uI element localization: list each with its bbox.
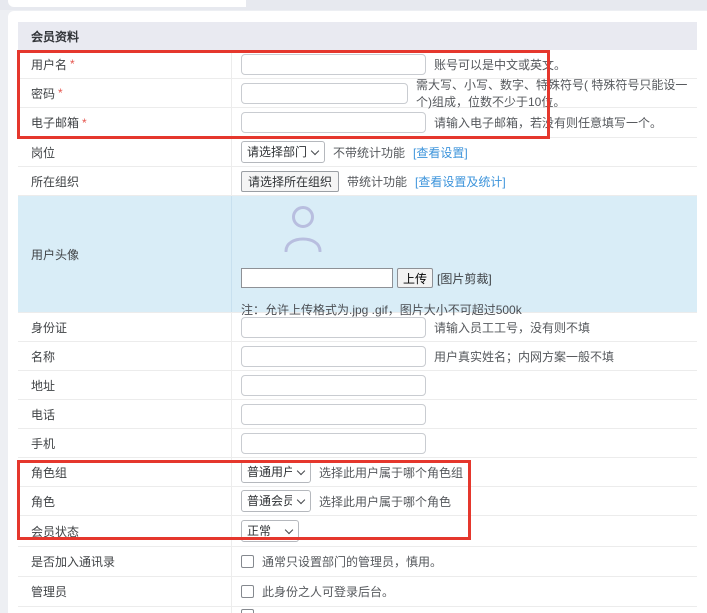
role-select[interactable]: 普通会员 [241, 490, 311, 512]
id-card-hint: 请输入员工工号，没有则不填 [434, 319, 590, 336]
row-admin: 管理员 此身份之人可登录后台。 [18, 577, 697, 607]
avatar-file-input[interactable] [241, 268, 393, 288]
row-address: 地址 [18, 371, 697, 400]
avatar-label: 用户头像 [31, 246, 79, 263]
password-input[interactable] [241, 83, 408, 104]
admin-label: 管理员 [31, 583, 67, 600]
phone-input[interactable] [241, 404, 426, 425]
admin-hint: 此身份之人可登录后台。 [262, 583, 394, 600]
position-select[interactable]: 请选择部门 [241, 141, 325, 163]
mobile-label: 手机 [31, 435, 55, 452]
phone-label: 电话 [31, 406, 55, 423]
row-role-group: 角色组 普通用户 选择此用户属于哪个角色组 [18, 458, 697, 487]
panel-title: 会员资料 [31, 28, 79, 45]
position-hint: 不带统计功能 [333, 144, 405, 161]
join-contacts-label: 是否加入通讯录 [31, 553, 115, 570]
row-email: 电子邮箱* 请输入电子邮箱，若没有则任意填写一个。 [18, 108, 697, 138]
address-label: 地址 [31, 377, 55, 394]
display-name-hint: 用户真实姓名；内网方案一般不填 [434, 348, 614, 365]
role-label: 角色 [31, 493, 55, 510]
row-username: 用户名* 账号可以是中文或英文。 [18, 50, 697, 79]
organization-hint: 带统计功能 [347, 173, 407, 190]
required-marker: * [58, 86, 63, 100]
display-name-input[interactable] [241, 346, 426, 367]
row-phone: 电话 [18, 400, 697, 429]
username-label: 用户名 [31, 56, 67, 73]
row-organization: 所在组织 请选择所在组织 带统计功能 [查看设置及统计] [18, 167, 697, 196]
member-info-panel: 会员资料 用户名* 账号可以是中文或英文。 密码* 需大写、小写、数字、特殊符号… [8, 11, 707, 613]
member-status-select[interactable]: 正常 [241, 520, 299, 542]
id-card-label: 身份证 [31, 319, 67, 336]
member-status-label: 会员状态 [31, 523, 79, 540]
organization-label: 所在组织 [31, 173, 79, 190]
username-input[interactable] [241, 54, 426, 75]
password-label: 密码 [31, 85, 55, 102]
row-member-status: 会员状态 正常 [18, 516, 697, 547]
row-role: 角色 普通会员 选择此用户属于哪个角色 [18, 487, 697, 516]
role-group-hint: 选择此用户属于哪个角色组 [319, 464, 463, 481]
mobile-input[interactable] [241, 433, 426, 454]
role-group-label: 角色组 [31, 464, 67, 481]
required-marker: * [82, 116, 87, 130]
row-partial-bottom [18, 607, 697, 613]
upload-button[interactable]: 上传 [397, 268, 433, 288]
username-hint: 账号可以是中文或英文。 [434, 56, 566, 73]
email-label: 电子邮箱 [31, 114, 79, 131]
join-contacts-hint: 通常只设置部门的管理员，慎用。 [262, 553, 442, 570]
admin-checkbox[interactable] [241, 585, 254, 598]
join-contacts-checkbox[interactable] [241, 555, 254, 568]
partial-checkbox[interactable] [241, 609, 254, 613]
address-input[interactable] [241, 375, 426, 396]
required-marker: * [70, 57, 75, 71]
panel-header: 会员资料 [18, 22, 697, 50]
row-id-card: 身份证 请输入员工工号，没有则不填 [18, 313, 697, 342]
password-hint: 需大写、小写、数字、特殊符号( 特殊符号只能设一个)组成，位数不少于10位。 [416, 76, 697, 110]
role-hint: 选择此用户属于哪个角色 [319, 493, 451, 510]
previous-panel-bottom [8, 0, 246, 7]
email-hint: 请输入电子邮箱，若没有则任意填写一个。 [434, 114, 662, 131]
position-settings-link[interactable]: [查看设置] [413, 144, 468, 161]
row-avatar: 用户头像 上传 [图片剪裁] 注：允许上传格式为.jpg .gif，图片大小不可… [18, 196, 697, 313]
row-join-contacts: 是否加入通讯录 通常只设置部门的管理员，慎用。 [18, 547, 697, 577]
person-avatar-icon [283, 205, 323, 252]
select-organization-button[interactable]: 请选择所在组织 [241, 171, 339, 192]
display-name-label: 名称 [31, 348, 55, 365]
email-input[interactable] [241, 112, 426, 133]
position-label: 岗位 [31, 144, 55, 161]
image-crop-link[interactable]: [图片剪裁] [437, 270, 492, 287]
organization-settings-link[interactable]: [查看设置及统计] [415, 173, 506, 190]
member-form-page: 会员资料 用户名* 账号可以是中文或英文。 密码* 需大写、小写、数字、特殊符号… [0, 0, 707, 613]
row-mobile: 手机 [18, 429, 697, 458]
id-card-input[interactable] [241, 317, 426, 338]
row-display-name: 名称 用户真实姓名；内网方案一般不填 [18, 342, 697, 371]
member-form-table: 会员资料 用户名* 账号可以是中文或英文。 密码* 需大写、小写、数字、特殊符号… [18, 22, 697, 613]
row-password: 密码* 需大写、小写、数字、特殊符号( 特殊符号只能设一个)组成，位数不少于10… [18, 79, 697, 108]
role-group-select[interactable]: 普通用户 [241, 461, 311, 483]
row-position: 岗位 请选择部门 不带统计功能 [查看设置] [18, 138, 697, 167]
